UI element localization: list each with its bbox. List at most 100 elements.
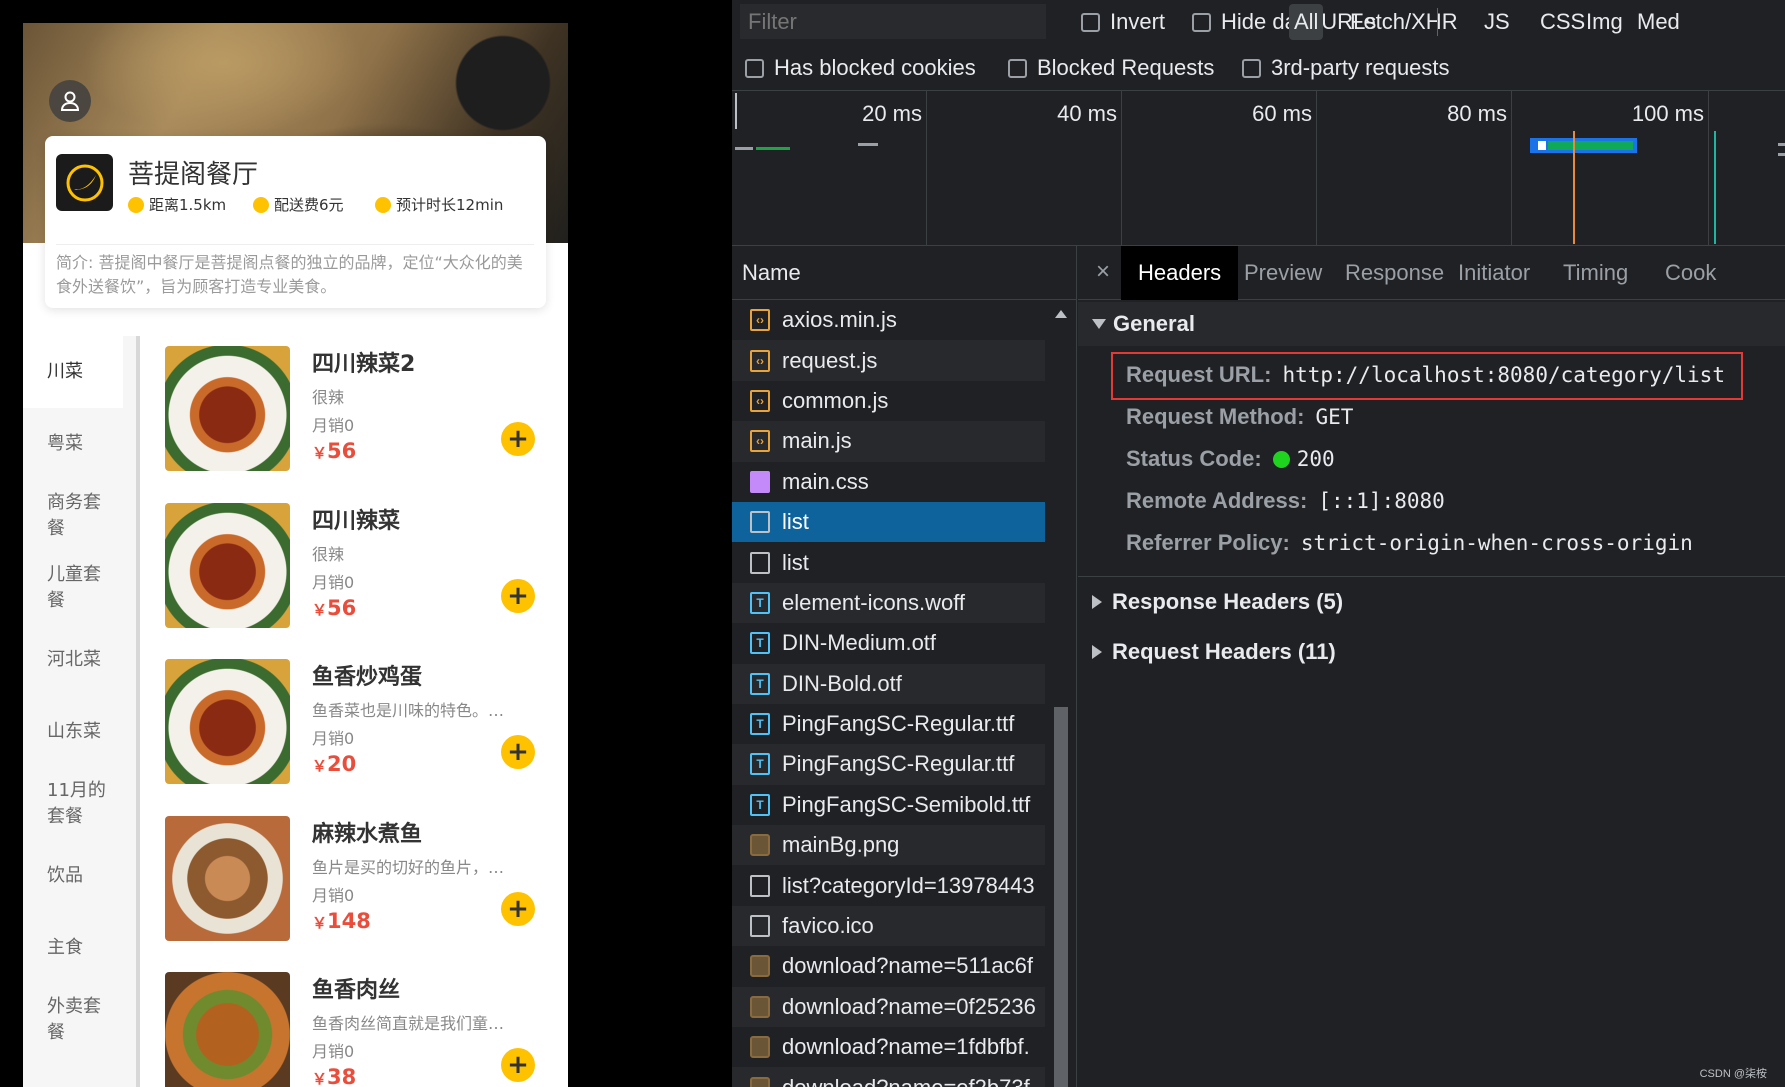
request-row[interactable]: ‹› common.js bbox=[732, 381, 1045, 421]
request-row[interactable]: T DIN-Medium.otf bbox=[732, 623, 1045, 663]
name-column-header[interactable]: Name bbox=[732, 246, 1076, 300]
has-blocked-cookies-checkbox[interactable]: Has blocked cookies bbox=[745, 55, 976, 81]
request-row[interactable]: list bbox=[732, 542, 1045, 582]
watermark: CSDN @柒桉 bbox=[1699, 1068, 1767, 1080]
request-name: PingFangSC-Regular.ttf bbox=[782, 751, 1015, 777]
user-icon bbox=[60, 91, 80, 111]
category-item[interactable]: 川菜 bbox=[23, 336, 123, 408]
request-row[interactable]: download?name=0f25236 bbox=[732, 986, 1045, 1028]
request-row[interactable]: list bbox=[732, 501, 1045, 543]
mobile-app-preview: 菩提阁餐厅 距离1.5km 配送费6元 预计时长12min 简介: 菩提阁中餐厅… bbox=[23, 23, 568, 1087]
add-to-cart-button[interactable]: + bbox=[501, 578, 535, 613]
tab-initiator[interactable]: Initiator bbox=[1441, 246, 1547, 300]
category-scrollbar[interactable] bbox=[136, 336, 140, 1087]
triangle-right-icon bbox=[1092, 645, 1102, 659]
remote-address-row: Remote Address: [::1]:8080 bbox=[1126, 488, 1445, 513]
category-item[interactable]: 商务套餐 bbox=[23, 480, 123, 552]
request-name: download?name=ef2b73f bbox=[782, 1075, 1030, 1087]
request-row[interactable]: ‹› main.js bbox=[732, 421, 1045, 462]
waterfall-bar bbox=[756, 147, 790, 150]
tab-cook[interactable]: Cook bbox=[1648, 246, 1733, 300]
tab-timing[interactable]: Timing bbox=[1546, 246, 1645, 300]
request-row[interactable]: T PingFangSC-Semibold.ttf bbox=[732, 785, 1045, 825]
request-row[interactable]: ‹› request.js bbox=[732, 340, 1045, 381]
request-row[interactable]: download?name=1fdbfbf. bbox=[732, 1027, 1045, 1067]
triangle-down-icon bbox=[1092, 319, 1106, 329]
network-overview-timeline[interactable]: 20 ms 40 ms 60 ms 80 ms 100 ms bbox=[732, 90, 1785, 246]
type-filter-img[interactable]: Img bbox=[1581, 4, 1628, 40]
category-item[interactable]: 外卖套餐 bbox=[23, 984, 123, 1056]
dish-item[interactable]: 鱼香肉丝 鱼香肉丝简直就是我们童… 月销0 ￥38 + bbox=[144, 962, 568, 1087]
request-name: list?categoryId=13978443 bbox=[782, 872, 1035, 898]
user-profile-button[interactable] bbox=[49, 80, 91, 122]
category-item[interactable]: 儿童套餐 bbox=[23, 552, 123, 624]
image-file-icon bbox=[750, 955, 770, 978]
scrollbar-thumb[interactable] bbox=[1054, 707, 1068, 1087]
request-name: PingFangSC-Semibold.ttf bbox=[782, 791, 1031, 817]
dish-item[interactable]: 四川辣菜 很辣 月销0 ￥56 + bbox=[144, 493, 568, 650]
category-item[interactable]: 主食 bbox=[23, 912, 123, 984]
category-item[interactable]: 11月的套餐 bbox=[23, 768, 123, 840]
timeline-cursor bbox=[735, 93, 737, 129]
category-item[interactable]: 河北菜 bbox=[23, 624, 123, 696]
dish-item[interactable]: 四川辣菜2 很辣 月销0 ￥56 + bbox=[144, 336, 568, 493]
tab-preview[interactable]: Preview bbox=[1227, 246, 1339, 300]
request-row[interactable]: mainBg.png bbox=[732, 825, 1045, 866]
detail-tabs: × Headers Preview Response Initiator Timing C… bbox=[1078, 246, 1785, 300]
request-row[interactable]: T DIN-Bold.otf bbox=[732, 663, 1045, 704]
invert-checkbox[interactable]: Invert bbox=[1081, 9, 1165, 35]
add-to-cart-button[interactable]: + bbox=[501, 891, 535, 926]
request-url-value[interactable]: http://localhost:8080/category/list bbox=[1282, 363, 1725, 387]
add-to-cart-button[interactable]: + bbox=[501, 422, 535, 456]
scroll-up-arrow-icon[interactable] bbox=[1055, 310, 1067, 318]
request-row[interactable]: download?name=ef2b73f bbox=[732, 1067, 1045, 1087]
tab-headers[interactable]: Headers bbox=[1121, 246, 1239, 300]
category-item[interactable]: 粤菜 bbox=[23, 408, 123, 480]
request-row[interactable]: Telement-icons.woff bbox=[732, 582, 1045, 624]
request-row[interactable]: T PingFangSC-Regular.ttf bbox=[732, 744, 1045, 785]
dish-item[interactable]: 鱼香炒鸡蛋 鱼香菜也是川味的特色。… 月销0 ￥20 + bbox=[144, 649, 568, 806]
font-file-icon: T bbox=[750, 632, 770, 655]
request-row[interactable]: favico.ico bbox=[732, 905, 1045, 947]
shop-eta: 预计时长12min bbox=[375, 194, 503, 215]
waterfall-bar bbox=[735, 147, 753, 150]
close-icon[interactable]: × bbox=[1096, 258, 1110, 286]
waterfall-bar bbox=[858, 143, 878, 146]
type-filter-all[interactable]: All bbox=[1289, 4, 1324, 40]
request-name: favico.ico bbox=[782, 913, 874, 939]
clock-icon bbox=[128, 196, 144, 213]
timeline-gridline bbox=[1511, 91, 1512, 245]
timeline-tick-label: 80 ms bbox=[1447, 101, 1507, 126]
category-item[interactable]: 饮品 bbox=[23, 840, 123, 912]
request-headers-section[interactable]: Request Headers (11) bbox=[1092, 639, 1336, 665]
request-row[interactable]: main.css bbox=[732, 462, 1045, 502]
dish-description: 鱼香肉丝简直就是我们童… bbox=[312, 1014, 505, 1033]
script-file-icon: ‹› bbox=[750, 430, 770, 453]
type-filter-fetchxhr[interactable]: Fetch/XHR bbox=[1345, 4, 1463, 40]
checkbox-icon bbox=[1008, 58, 1027, 78]
request-row[interactable]: download?name=511ac6f bbox=[732, 946, 1045, 986]
request-name: main.css bbox=[782, 468, 869, 494]
dish-item[interactable]: 麻辣水煮鱼 鱼片是买的切好的鱼片，… 月销0 ￥148 + bbox=[144, 806, 568, 963]
status-code-row: Status Code: 200 bbox=[1126, 446, 1335, 471]
image-file-icon bbox=[750, 1076, 770, 1087]
request-name: axios.min.js bbox=[782, 307, 897, 333]
filter-input[interactable] bbox=[740, 4, 1046, 39]
response-headers-section[interactable]: Response Headers (5) bbox=[1092, 589, 1343, 615]
blocked-requests-checkbox[interactable]: Blocked Requests bbox=[1008, 55, 1214, 81]
request-row[interactable]: T PingFangSC-Regular.ttf bbox=[732, 704, 1045, 744]
referrer-policy-row: Referrer Policy: strict-origin-when-cross… bbox=[1126, 530, 1693, 555]
request-row[interactable]: list?categoryId=13978443 bbox=[732, 865, 1045, 905]
checkbox-icon bbox=[745, 58, 764, 78]
dish-name: 鱼香肉丝 bbox=[312, 978, 401, 1003]
add-to-cart-button[interactable]: + bbox=[501, 735, 535, 769]
type-filter-js[interactable]: JS bbox=[1479, 4, 1515, 40]
general-section-header[interactable]: General bbox=[1078, 302, 1785, 346]
image-file-icon bbox=[750, 834, 770, 857]
request-list-scrollbar[interactable] bbox=[1050, 302, 1072, 1087]
type-filter-med[interactable]: Med bbox=[1632, 4, 1685, 40]
request-row[interactable]: ‹› axios.min.js bbox=[732, 300, 1045, 340]
third-party-requests-checkbox[interactable]: 3rd-party requests bbox=[1242, 55, 1450, 81]
category-item[interactable]: 山东菜 bbox=[23, 696, 123, 768]
add-to-cart-button[interactable]: + bbox=[501, 1048, 535, 1082]
